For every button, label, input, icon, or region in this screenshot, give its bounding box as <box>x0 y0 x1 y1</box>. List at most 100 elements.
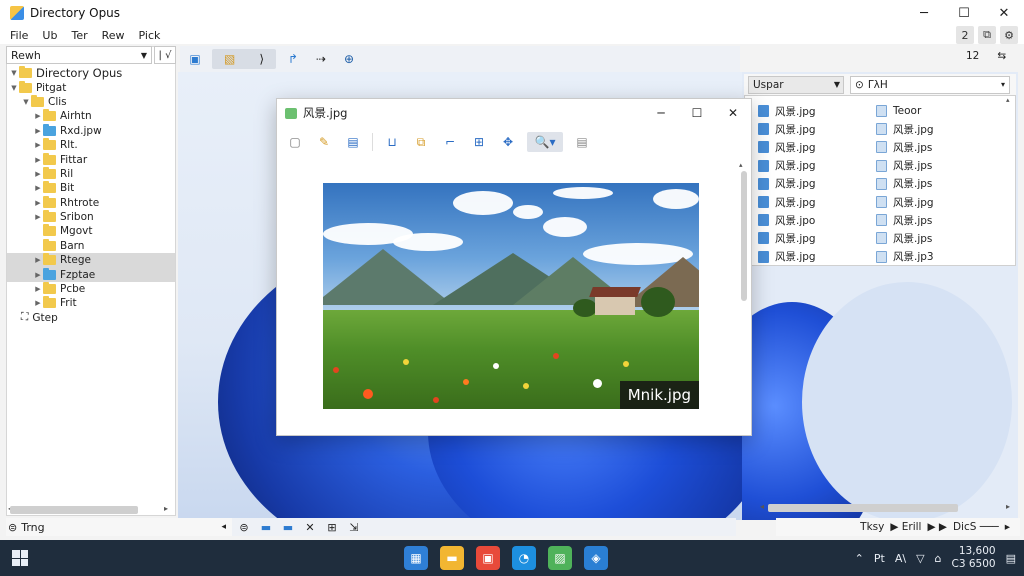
list-item[interactable]: 风景.jpg 风景.jpg <box>758 120 1008 138</box>
scroll-thumb[interactable] <box>741 171 747 301</box>
file-cell[interactable]: 风景.jps <box>876 231 994 246</box>
store-app-icon[interactable]: ▣ <box>476 546 500 570</box>
path-field[interactable]: Rewh ▼ <box>6 46 152 64</box>
chevron-right-icon[interactable]: ▶ <box>33 199 43 207</box>
chevron-right-icon[interactable]: ▶ <box>33 299 43 307</box>
tray-input-icon[interactable]: A\ <box>895 552 906 565</box>
open-icon[interactable]: ↱ <box>282 49 304 69</box>
globe-icon[interactable]: ⊕ <box>338 49 360 69</box>
flip-icon[interactable]: ⊞ <box>469 132 489 152</box>
scroll-left-icon[interactable]: ◂ <box>760 502 764 511</box>
windows-app-icon[interactable]: ▦ <box>404 546 428 570</box>
list-item[interactable]: 风景.jpg 风景.jps <box>758 138 1008 156</box>
file-cell[interactable]: 风景.jpg <box>758 104 876 119</box>
move-icon[interactable]: ✥ <box>498 132 518 152</box>
chevron-right-icon[interactable]: ▶ <box>33 127 43 135</box>
tree-item[interactable]: ▶ Bit <box>7 181 175 195</box>
chevron-right-icon[interactable]: ▶ <box>33 170 43 178</box>
scroll-thumb[interactable] <box>768 504 958 512</box>
file-cell[interactable]: Teoor <box>876 105 994 118</box>
file-cell[interactable]: 风景.jpg <box>758 140 876 155</box>
chevron-right-icon[interactable]: ▶ <box>33 184 43 192</box>
tray-volume-icon[interactable]: ⌂ <box>935 552 942 565</box>
chevron-right-icon[interactable]: ▶ <box>33 285 43 293</box>
file-list-scrollbar[interactable]: ▴ <box>1006 96 1016 266</box>
file-cell[interactable]: 风景.jpg <box>758 176 876 191</box>
tree-item[interactable]: ▼ Directory Opus <box>7 66 175 80</box>
file-cell[interactable]: 风景.jpg <box>758 195 876 210</box>
path-go-button[interactable]: | √ <box>154 46 176 64</box>
tray-network-icon[interactable]: ▽ <box>916 552 924 565</box>
list-item[interactable]: 风景.jpg 风景.jps <box>758 157 1008 175</box>
file-cell[interactable]: 风景.jpg <box>758 158 876 173</box>
tree-item[interactable]: ▼ Pitgat <box>7 80 175 94</box>
chevron-down-icon[interactable]: ◂ <box>221 522 226 532</box>
search-field[interactable]: ⊙ ΓλΗ ▾ <box>850 75 1010 94</box>
tree-item[interactable]: ▶ Fzptae <box>7 267 175 282</box>
folder-icon[interactable]: ▬ <box>258 521 274 534</box>
tree-item[interactable]: ▶ Airhtn <box>7 109 175 123</box>
tree-item[interactable]: ▶ Sribon <box>7 210 175 224</box>
rotate-icon[interactable]: ⌐ <box>440 132 460 152</box>
file-cell[interactable]: 风景.jpg <box>758 231 876 246</box>
start-button[interactable] <box>12 550 28 566</box>
move-group-button[interactable]: ▧ ⟩ <box>212 49 276 69</box>
sync-icon[interactable]: ⇢ <box>310 49 332 69</box>
tree-item[interactable]: ▶ Rlt. <box>7 138 175 152</box>
frame-icon[interactable]: ▢ <box>285 132 305 152</box>
chevron-down-icon[interactable]: ▼ <box>21 98 31 106</box>
list-item[interactable]: 风景.jpg 风景.jps <box>758 175 1008 193</box>
scroll-thumb[interactable] <box>10 506 138 514</box>
chevron-right-icon[interactable]: ▶ <box>33 256 43 264</box>
menu-edit[interactable]: Ub <box>42 29 57 42</box>
chevron-right-icon[interactable]: ▶ <box>33 112 43 120</box>
menu-file[interactable]: File <box>10 29 28 42</box>
tree-item-extra[interactable]: ⛶ Gtep <box>7 311 175 325</box>
file-cell[interactable]: 风景.jpg <box>876 122 994 137</box>
viewer-maximize-button[interactable]: ☐ <box>679 99 715 127</box>
crop-icon[interactable]: ⊔ <box>382 132 402 152</box>
new-window-icon[interactable]: ⧉ <box>978 26 996 44</box>
close-button[interactable]: ✕ <box>984 0 1024 26</box>
menu-tools[interactable]: Ter <box>71 29 87 42</box>
file-cell[interactable]: 风景.jps <box>876 176 994 191</box>
tray-pt-label[interactable]: Pt <box>874 552 885 565</box>
layout-2-icon[interactable]: 2 <box>956 26 974 44</box>
chevron-right-icon[interactable]: ▶ <box>33 141 43 149</box>
folder-open-icon[interactable]: ▬ <box>280 521 296 534</box>
left-horizontal-scrollbar[interactable]: ◂ ▸ <box>8 504 174 514</box>
security-app-icon[interactable]: ◈ <box>584 546 608 570</box>
chevron-down-icon[interactable]: ▼ <box>9 84 19 92</box>
file-cell[interactable]: 风景.jps <box>876 140 994 155</box>
expand-icon[interactable]: ⇲ <box>346 521 362 534</box>
tree-item[interactable]: ▶ Pcbe <box>7 282 175 296</box>
tree-item[interactable]: ▶ Rtege <box>7 253 175 268</box>
properties-icon[interactable]: ▤ <box>572 132 592 152</box>
scroll-up-icon[interactable]: ▴ <box>1006 96 1010 104</box>
clock[interactable]: 13,600 C3 6500 <box>952 545 996 571</box>
tree-item[interactable]: ▶ Fittar <box>7 152 175 166</box>
filter-icon[interactable]: ⊜ <box>236 521 252 534</box>
notification-icon[interactable]: ▤ <box>1006 552 1016 565</box>
file-cell[interactable]: 风景.jpo <box>758 213 876 228</box>
chevron-down-icon[interactable]: ▼ <box>141 51 147 60</box>
menu-view[interactable]: Rew <box>102 29 125 42</box>
maximize-button[interactable]: ☐ <box>944 0 984 26</box>
tray-overflow-icon[interactable]: ⌃ <box>855 552 864 565</box>
tree-item[interactable]: ▼ Clis <box>7 94 175 109</box>
tree-item[interactable]: ▶ Rhtrote <box>7 195 175 210</box>
list-item[interactable]: 风景.jpg 风景.jps <box>758 229 1008 247</box>
chevron-down-icon[interactable]: ▼ <box>9 69 19 77</box>
file-cell[interactable]: 风景.jp3 <box>876 249 994 264</box>
list-item[interactable]: 风景.jpo 风景.jps <box>758 211 1008 229</box>
settings-icon[interactable]: ⚙ <box>1000 26 1018 44</box>
tree-item[interactable]: Barn <box>7 238 175 253</box>
scroll-right-icon[interactable]: ▸ <box>164 504 168 513</box>
tree-item[interactable]: ▶ Frit <box>7 296 175 310</box>
list-item[interactable]: 风景.jpg Teoor <box>758 102 1008 120</box>
list-item[interactable]: 风景.jpg 风景.jpg <box>758 193 1008 211</box>
chevron-right-icon[interactable]: ▶ <box>33 213 43 221</box>
file-cell[interactable]: 风景.jps <box>876 213 994 228</box>
tree-item[interactable]: ▶ Rxd.jpw <box>7 123 175 138</box>
tree-item[interactable]: ▶ Ril <box>7 166 175 181</box>
